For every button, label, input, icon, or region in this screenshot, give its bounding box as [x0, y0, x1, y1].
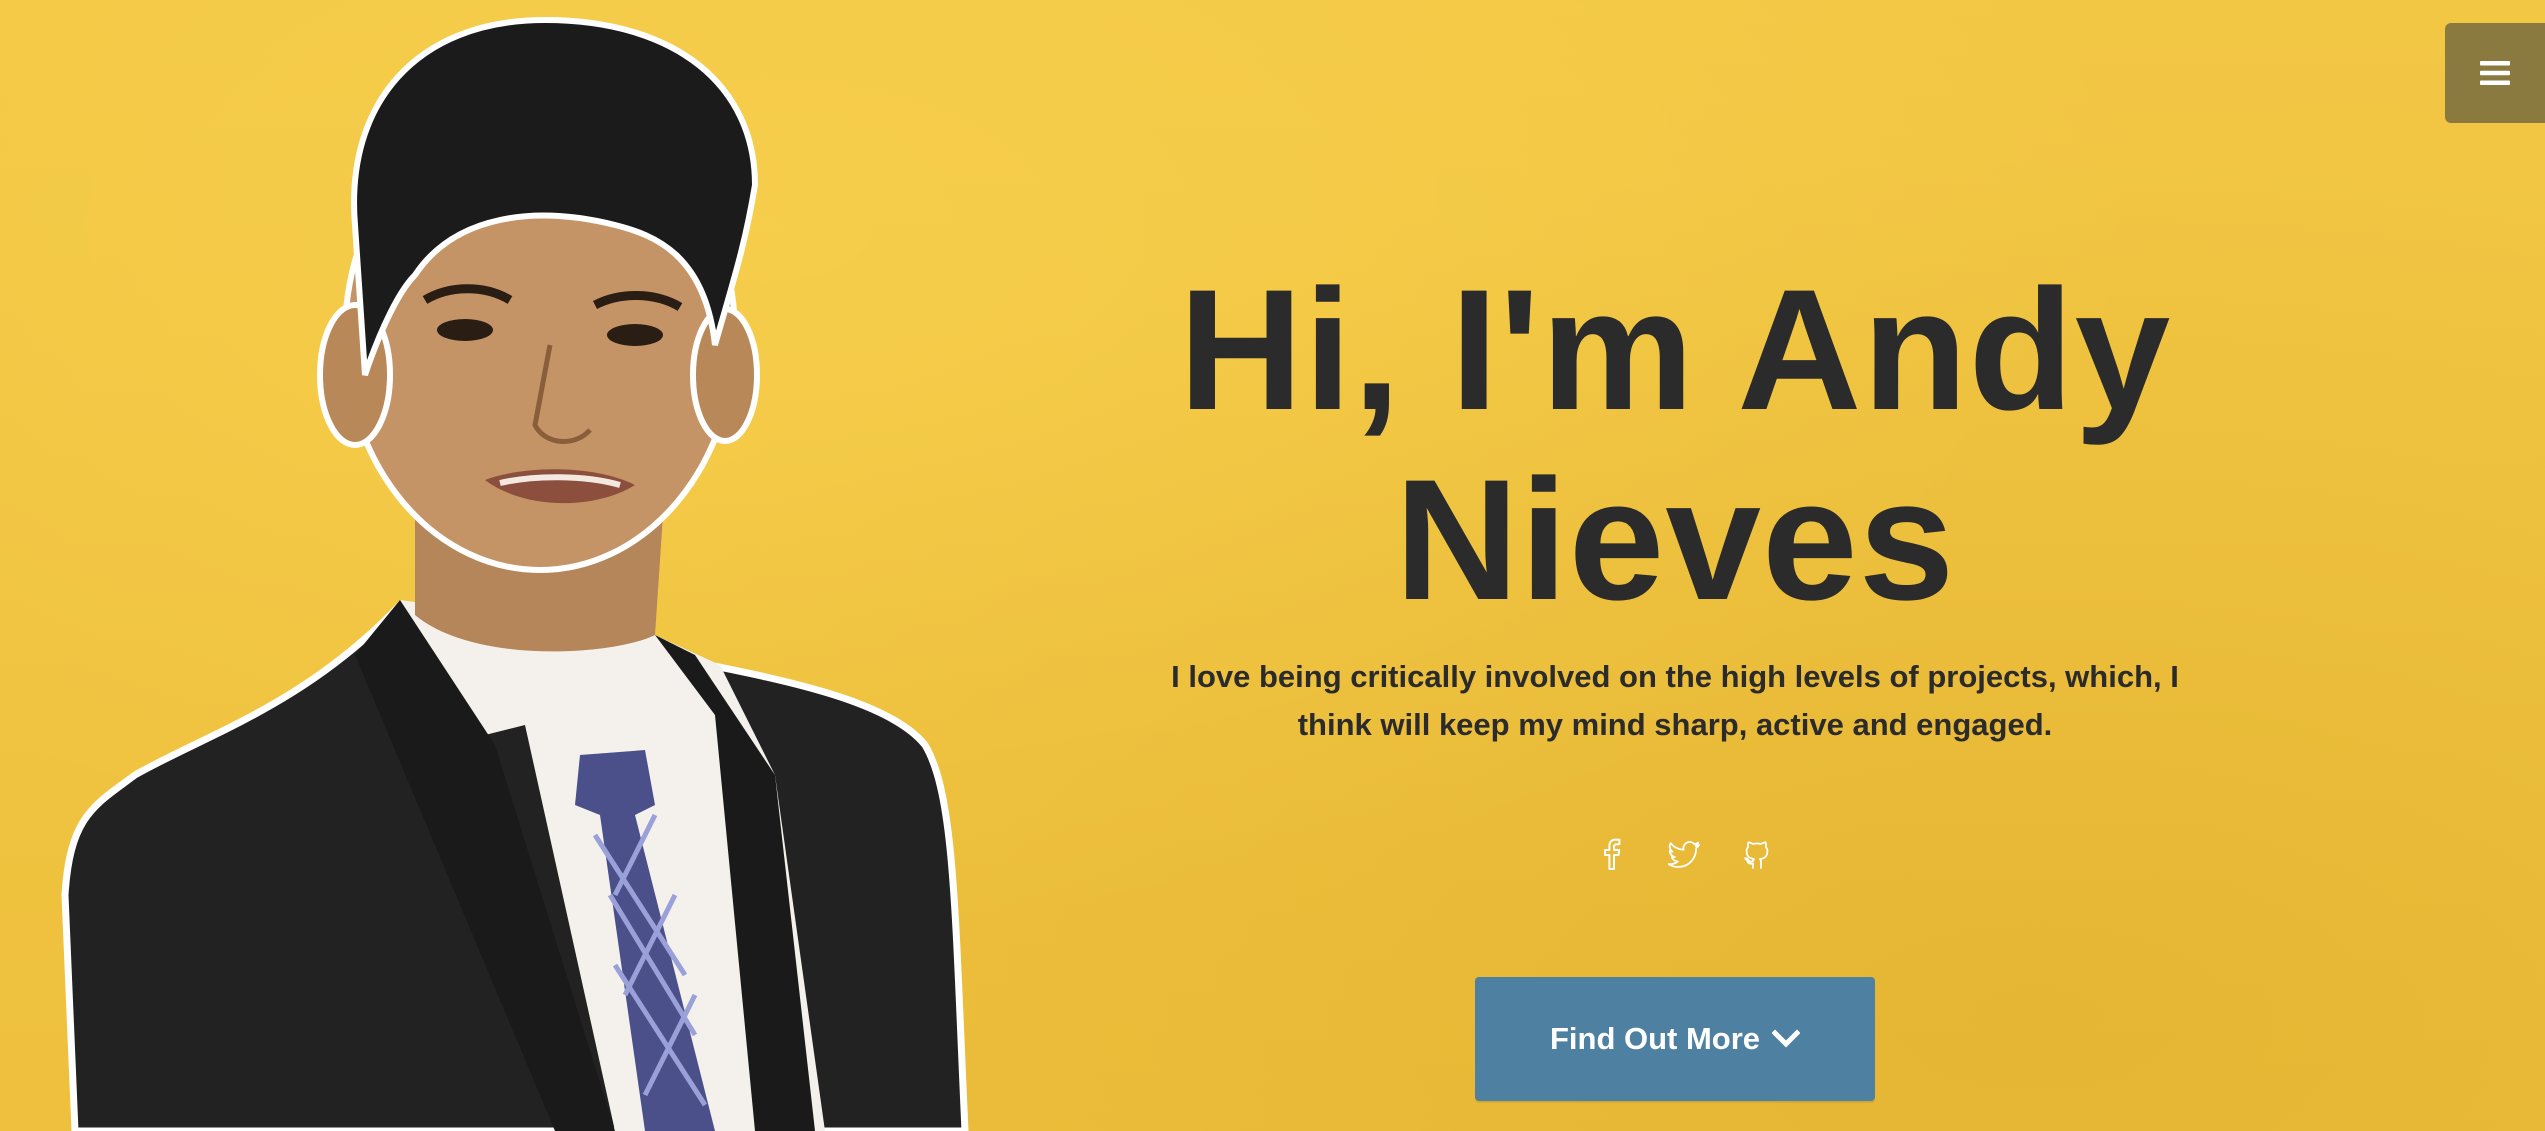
- twitter-link[interactable]: [1663, 832, 1707, 876]
- hero-title-line-1: Hi, I'm Andy: [1178, 254, 2172, 446]
- hamburger-menu-icon: [2480, 61, 2510, 85]
- social-links: [1590, 832, 1780, 876]
- portrait-image: [61, 16, 969, 1131]
- facebook-link[interactable]: [1590, 832, 1634, 876]
- menu-toggle-button[interactable]: [2445, 23, 2545, 123]
- chevron-down-icon: [1772, 1029, 1801, 1048]
- facebook-icon: [1604, 838, 1621, 870]
- hero-section: Hi, I'm Andy Nieves I love being critica…: [1100, 255, 2250, 749]
- hero-title-line-2: Nieves: [1394, 444, 1956, 636]
- hero-title: Hi, I'm Andy Nieves: [1100, 255, 2250, 635]
- hero-subtitle: I love being critically involved on the …: [1171, 659, 2179, 742]
- find-out-more-label: Find Out More: [1549, 1021, 1761, 1056]
- github-icon: [1744, 841, 1769, 869]
- twitter-icon: [1668, 841, 1700, 868]
- github-link[interactable]: [1736, 832, 1780, 876]
- find-out-more-button[interactable]: Find Out More: [1475, 977, 1875, 1101]
